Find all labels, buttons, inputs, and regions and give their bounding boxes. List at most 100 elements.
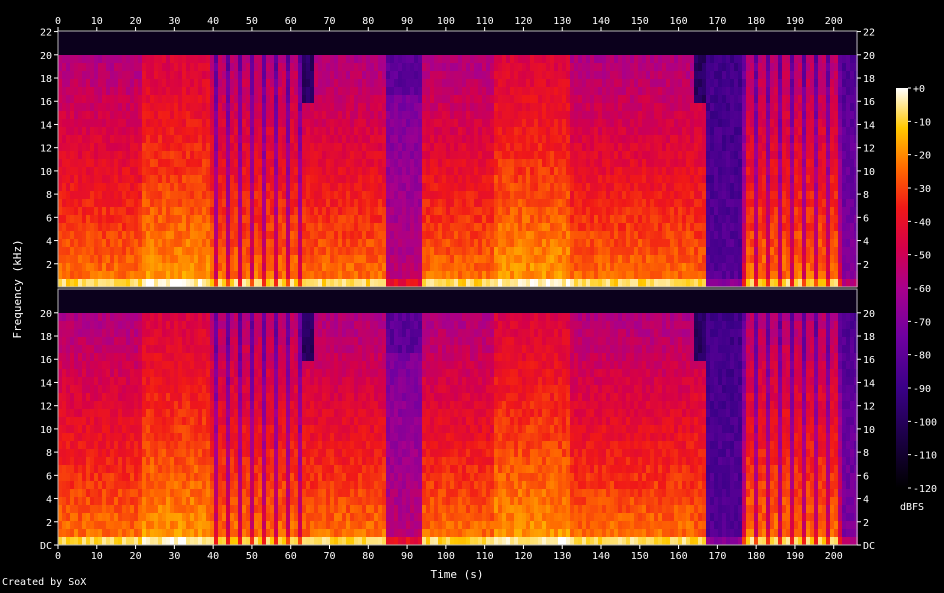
x-tick-top-label: 100 — [437, 16, 455, 27]
colorbar-tick-label: -120 — [913, 484, 937, 495]
y-tick-bottom-right-label: 20 — [863, 309, 875, 320]
x-tick-top-label: 170 — [708, 16, 726, 27]
x-tick-bottom-label: 30 — [168, 551, 180, 562]
x-tick-top-label: 190 — [786, 16, 804, 27]
x-tick-bottom-label: 170 — [708, 551, 726, 562]
y-tick-bottom-right-label: 14 — [863, 378, 875, 389]
y-tick-bottom-label: 2 — [46, 518, 52, 529]
y-tick-top-label: 10 — [40, 167, 52, 178]
x-tick-bottom-label: 40 — [207, 551, 219, 562]
x-tick-bottom-label: 130 — [553, 551, 571, 562]
y-tick-bottom-right-label: 10 — [863, 425, 875, 436]
x-axis-top: 0 10 20 30 40 50 60 70 80 90 100 110 120 130 140 150 160… — [55, 16, 843, 31]
colorbar-tick-label: -60 — [913, 284, 931, 295]
colorbar-tick-label: -90 — [913, 384, 931, 395]
y-tick-top-label: 6 — [46, 213, 52, 224]
x-tick-bottom-label: 110 — [476, 551, 494, 562]
y-tick-bottom-label: 10 — [40, 425, 52, 436]
x-tick-top-label: 10 — [91, 16, 103, 27]
x-tick-top-label: 40 — [207, 16, 219, 27]
y-tick-top-label: 18 — [40, 74, 52, 85]
x-tick-top-label: 50 — [246, 16, 258, 27]
x-tick-bottom-label: 160 — [670, 551, 688, 562]
x-axis-bottom: 0 10 20 30 40 50 60 70 80 90 100 110 120 130 140 150 160… — [55, 545, 843, 562]
x-tick-bottom-label: 0 — [55, 551, 61, 562]
colorbar-tick-label: -20 — [913, 151, 931, 162]
y-tick-top-right-label: 16 — [863, 97, 875, 108]
colorbar-tick-label: -80 — [913, 351, 931, 362]
x-tick-bottom-label: 100 — [437, 551, 455, 562]
spectrogram-channel-1 — [58, 31, 858, 287]
colorbar-tick-label: -70 — [913, 317, 931, 328]
colorbar-tick-label: -110 — [913, 451, 937, 462]
y-tick-bottom-right-label: 2 — [863, 518, 869, 529]
y-tick-bottom-right-label: 8 — [863, 448, 869, 459]
colorbar: +0 -10 -20 -30 -40 -50 -60 -70 -80 -90 -100 -110 -12… — [896, 84, 937, 495]
y-tick-bottom-label: 4 — [46, 495, 52, 506]
x-tick-top-label: 80 — [362, 16, 374, 27]
y-tick-top-label: 14 — [40, 120, 52, 131]
y-tick-bottom-label: 20 — [40, 309, 52, 320]
y-tick-top-right-label: 10 — [863, 167, 875, 178]
x-tick-top-label: 150 — [631, 16, 649, 27]
colorbar-tick-label: -10 — [913, 117, 931, 128]
x-tick-top-label: 200 — [825, 16, 843, 27]
y-tick-bottom-right-label: 6 — [863, 471, 869, 482]
colorbar-gradient — [896, 88, 908, 488]
x-tick-bottom-label: 140 — [592, 551, 610, 562]
y-tick-top-right-label: 22 — [863, 28, 875, 39]
colorbar-tick-label: -50 — [913, 251, 931, 262]
y-tick-bottom-label: 6 — [46, 471, 52, 482]
y-axis-title: Frequency (kHz) — [11, 239, 24, 338]
y-tick-top-right-label: 4 — [863, 237, 869, 248]
y-tick-bottom-label: 14 — [40, 378, 52, 389]
y-tick-top-label: 22 — [40, 28, 52, 39]
x-tick-bottom-label: 70 — [323, 551, 335, 562]
y-tick-top-label: 20 — [40, 51, 52, 62]
y-tick-top-right-label: 6 — [863, 213, 869, 224]
x-tick-top-label: 160 — [670, 16, 688, 27]
y-tick-top-label: 4 — [46, 237, 52, 248]
colorbar-tick-label: -100 — [913, 417, 937, 428]
x-tick-bottom-label: 190 — [786, 551, 804, 562]
colorbar-label: dBFS — [900, 502, 924, 513]
y-tick-bottom-label: 8 — [46, 448, 52, 459]
y-tick-bottom-label: DC — [40, 541, 52, 552]
x-tick-bottom-label: 50 — [246, 551, 258, 562]
y-tick-top-right-label: 2 — [863, 260, 869, 271]
y-tick-top-label: 12 — [40, 144, 52, 155]
y-tick-bottom-right-label: 18 — [863, 332, 875, 343]
colorbar-tick-label: -30 — [913, 184, 931, 195]
y-tick-top-right-label: 14 — [863, 120, 875, 131]
x-axis-title: Time (s) — [431, 568, 484, 581]
y-tick-bottom-right-label: 4 — [863, 495, 869, 506]
y-tick-top-label: 16 — [40, 97, 52, 108]
colorbar-tick-label: -40 — [913, 217, 931, 228]
x-tick-bottom-label: 120 — [514, 551, 532, 562]
x-tick-bottom-label: 180 — [747, 551, 765, 562]
x-tick-bottom-label: 10 — [91, 551, 103, 562]
x-tick-top-label: 180 — [747, 16, 765, 27]
y-axis-left: 22 20 18 16 14 12 10 8 6 4 2 20 18 16 14 12 10 8 6 4 2 DC — [40, 28, 58, 552]
x-tick-bottom-label: 200 — [825, 551, 843, 562]
x-tick-top-label: 70 — [323, 16, 335, 27]
y-tick-top-right-label: 20 — [863, 51, 875, 62]
y-tick-top-label: 8 — [46, 190, 52, 201]
x-tick-top-label: 30 — [168, 16, 180, 27]
y-tick-bottom-label: 16 — [40, 355, 52, 366]
colorbar-tick-label: +0 — [913, 84, 925, 95]
y-tick-top-right-label: 12 — [863, 144, 875, 155]
spectrogram-channel-2 — [58, 289, 858, 545]
y-tick-bottom-right-label: 16 — [863, 355, 875, 366]
y-tick-bottom-label: 12 — [40, 402, 52, 413]
spectrogram-chart: 0 10 20 30 40 50 60 70 80 90 100 110 120 130 140 150 160… — [11, 16, 937, 581]
y-tick-bottom-label: 18 — [40, 332, 52, 343]
x-tick-top-label: 20 — [130, 16, 142, 27]
x-tick-bottom-label: 90 — [401, 551, 413, 562]
x-tick-top-label: 140 — [592, 16, 610, 27]
y-tick-top-right-label: 8 — [863, 190, 869, 201]
y-tick-bottom-right-label: 12 — [863, 402, 875, 413]
x-tick-top-label: 60 — [285, 16, 297, 27]
x-tick-top-label: 0 — [55, 16, 61, 27]
credit-text: Created by SoX — [2, 577, 87, 588]
